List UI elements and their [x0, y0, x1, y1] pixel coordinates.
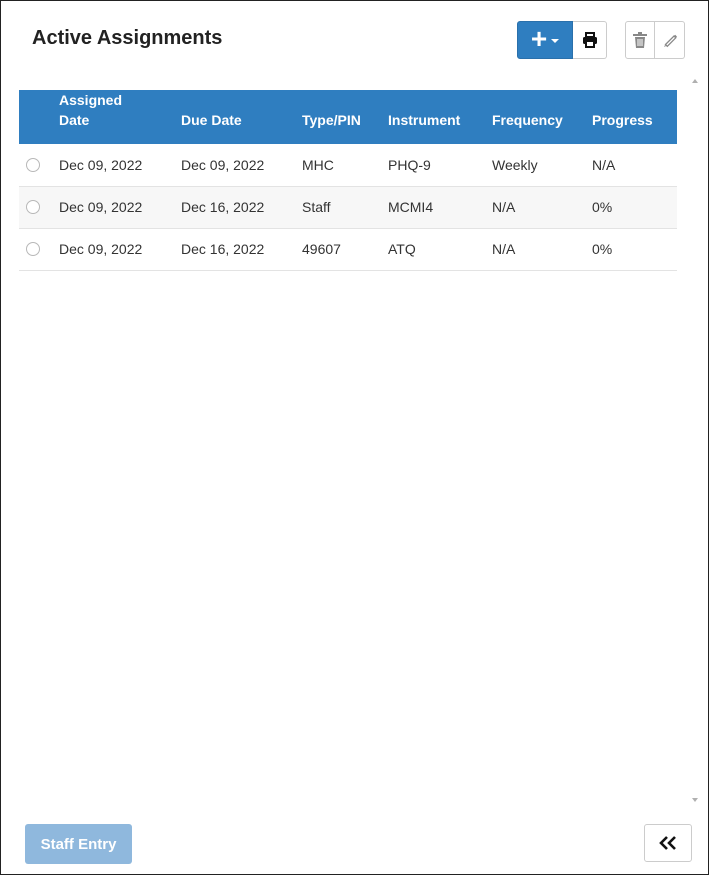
- assigned-date-header-line-2: Date: [59, 112, 90, 128]
- pencil-icon: [663, 34, 677, 48]
- assigned-date-cell: Dec 09, 2022: [59, 144, 181, 187]
- row-select-cell: [19, 186, 59, 229]
- collapse-panel-button[interactable]: [644, 824, 692, 862]
- edit-button[interactable]: [655, 21, 685, 59]
- assigned-date-column-header[interactable]: Assigned Date: [59, 90, 181, 144]
- row-radio-button[interactable]: [26, 157, 40, 172]
- trash-icon: [633, 32, 647, 48]
- progress-column-header[interactable]: Progress: [592, 90, 677, 144]
- select-column-header: [19, 90, 59, 144]
- instrument-cell: MCMI4: [388, 186, 492, 229]
- due-date-cell: Dec 09, 2022: [181, 144, 302, 187]
- assignments-table: Assigned Date Due Date Type/PIN Instrume…: [19, 90, 677, 271]
- vertical-scrollbar[interactable]: [689, 73, 701, 808]
- print-button[interactable]: [573, 21, 607, 59]
- printer-icon: [582, 32, 597, 48]
- delete-edit-button-group: [625, 21, 685, 59]
- progress-cell: 0%: [592, 186, 677, 229]
- row-select-cell: [19, 144, 59, 187]
- type-pin-cell: MHC: [302, 144, 388, 187]
- row-radio-button[interactable]: [26, 242, 40, 256]
- due-date-cell: Dec 16, 2022: [181, 186, 302, 229]
- progress-cell: 0%: [592, 228, 677, 271]
- row-radio-button[interactable]: [26, 200, 40, 214]
- caret-down-icon: [551, 39, 560, 43]
- table-row[interactable]: Dec 09, 2022 Dec 16, 2022 Staff MCMI4 N/…: [19, 186, 677, 229]
- table-row[interactable]: Dec 09, 2022 Dec 16, 2022 49607 ATQ N/A …: [19, 228, 677, 271]
- row-select-cell: [19, 228, 59, 271]
- assigned-date-cell: Dec 09, 2022: [59, 186, 181, 229]
- scroll-down-arrow-icon[interactable]: [692, 798, 698, 802]
- frequency-cell: N/A: [492, 228, 592, 271]
- add-print-button-group: +: [517, 21, 607, 59]
- due-date-cell: Dec 16, 2022: [181, 228, 302, 271]
- plus-icon: +: [530, 22, 548, 54]
- instrument-cell: PHQ-9: [388, 144, 492, 187]
- table-header-row: Assigned Date Due Date Type/PIN Instrume…: [19, 90, 677, 144]
- frequency-cell: Weekly: [492, 144, 592, 187]
- instrument-cell: ATQ: [388, 228, 492, 271]
- instrument-column-header[interactable]: Instrument: [388, 90, 492, 144]
- table-row[interactable]: Dec 09, 2022 Dec 09, 2022 MHC PHQ-9 Week…: [19, 144, 677, 187]
- add-assignment-dropdown-button[interactable]: +: [517, 21, 573, 59]
- progress-cell: N/A: [592, 144, 677, 187]
- scroll-up-arrow-icon[interactable]: [692, 79, 698, 83]
- double-chevron-left-icon: [659, 836, 676, 850]
- assigned-date-cell: Dec 09, 2022: [59, 228, 181, 271]
- type-pin-cell: Staff: [302, 186, 388, 229]
- delete-button[interactable]: [625, 21, 655, 59]
- type-pin-cell: 49607: [302, 228, 388, 271]
- assigned-date-header-line-1: Assigned: [59, 92, 123, 108]
- active-assignments-panel: Active Assignments + Assigned Date Due D…: [0, 0, 709, 875]
- type-pin-column-header[interactable]: Type/PIN: [302, 90, 388, 144]
- staff-entry-button[interactable]: Staff Entry: [25, 824, 132, 864]
- frequency-cell: N/A: [492, 186, 592, 229]
- due-date-column-header[interactable]: Due Date: [181, 90, 302, 144]
- frequency-column-header[interactable]: Frequency: [492, 90, 592, 144]
- panel-title: Active Assignments: [32, 27, 223, 49]
